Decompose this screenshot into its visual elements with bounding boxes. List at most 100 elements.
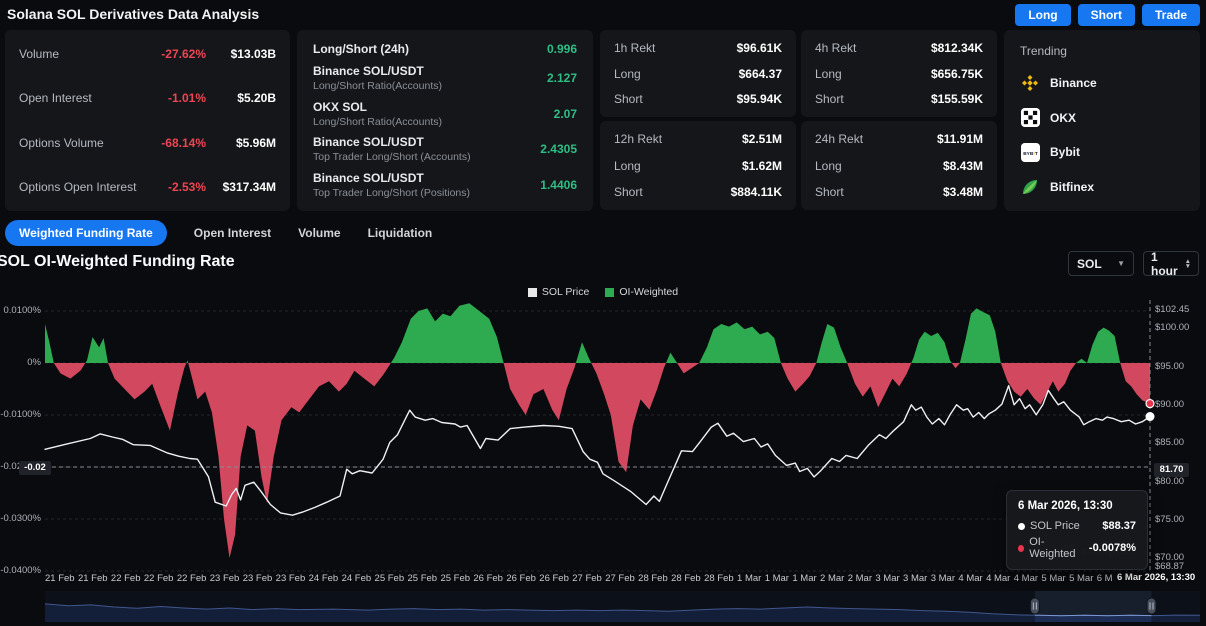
header-button-short[interactable]: Short xyxy=(1078,4,1135,26)
rekt-long-label: Long xyxy=(614,67,641,81)
rekt-long-row: Long $664.37 xyxy=(614,67,782,81)
ratio-value: 1.4406 xyxy=(540,178,577,192)
rekt-card: 1h Rekt$96.61KLong$664.37Short$95.94K xyxy=(600,30,796,117)
ratio-row: Long/Short (24h)0.996 xyxy=(313,42,577,56)
x-axis-tick: 26 Feb xyxy=(506,573,536,584)
x-axis-tick: 25 Feb xyxy=(375,573,405,584)
x-axis-tick: 23 Feb xyxy=(210,573,240,584)
stat-label: Open Interest xyxy=(19,91,92,105)
x-axis-tick: 3 Mar xyxy=(931,573,955,584)
rekt-short-row: Short$95.94K xyxy=(614,92,782,106)
x-axis-tick: 1 Mar xyxy=(737,573,761,584)
stat-change: -2.53% xyxy=(144,180,206,194)
trending-item-binance[interactable]: Binance xyxy=(1020,73,1184,93)
x-axis-tick: 28 Feb xyxy=(671,573,701,584)
rekt-total: $96.61K xyxy=(737,41,782,55)
tab-liquidation[interactable]: Liquidation xyxy=(368,220,433,246)
y-axis-left-tick: 0% xyxy=(0,357,41,368)
x-axis-tick: 23 Feb xyxy=(243,573,273,584)
y-axis-right-tick: $100.00 xyxy=(1155,322,1189,333)
rekt-long-value: $664.37 xyxy=(739,67,782,81)
spinner-icons: ▲▼ xyxy=(1185,259,1191,269)
rekt-title: 24h Rekt xyxy=(815,132,863,146)
stat-value: $13.03B xyxy=(206,47,276,61)
x-axis-tick: 4 Mar xyxy=(1014,573,1038,584)
rekt-title: 4h Rekt xyxy=(815,41,856,55)
x-axis-tick: 6 M xyxy=(1097,573,1113,584)
navigator-handle-right[interactable] xyxy=(1147,598,1156,614)
stats-row: Options Open Interest-2.53%$317.34M xyxy=(19,180,276,194)
x-axis-tick: 27 Feb xyxy=(572,573,602,584)
stats-row: Volume-27.62%$13.03B xyxy=(19,47,276,61)
trending-item-okx[interactable]: OKX xyxy=(1020,108,1184,128)
rekt-total: $812.34K xyxy=(931,41,983,55)
header-buttons: Long Short Trade xyxy=(1015,4,1200,26)
rekt-short-row: Short $3.48M xyxy=(815,185,983,199)
stat-value: $5.96M xyxy=(206,136,276,150)
ratio-title: Binance SOL/USDT xyxy=(313,135,471,149)
x-axis-tick: 25 Feb xyxy=(407,573,437,584)
rekt-long-row: Long$656.75K xyxy=(815,67,983,81)
x-axis-tick: 4 Mar xyxy=(958,573,982,584)
ratio-title: Binance SOL/USDT xyxy=(313,64,442,78)
solana-derivatives-dashboard: Solana SOL Derivatives Data Analysis Lon… xyxy=(0,0,1206,626)
x-axis-tick: 25 Feb xyxy=(440,573,470,584)
ratio-labels: Binance SOL/USDTTop Trader Long/Short (P… xyxy=(313,171,470,199)
x-axis-tick: 26 Feb xyxy=(473,573,503,584)
y-axis-left-tick: -0.0400% xyxy=(0,565,41,576)
svg-text:BYB!T: BYB!T xyxy=(1023,151,1038,157)
rekt-short-label: Short xyxy=(815,185,844,199)
rekt-card: 12h Rekt$2.51MLong$1.62MShort$884.11K xyxy=(600,121,796,210)
funding-area-positive xyxy=(45,303,1150,558)
stat-value: $5.20B xyxy=(206,91,276,105)
rekt-short-label: Short xyxy=(815,92,844,106)
stats-row: Open Interest-1.01%$5.20B xyxy=(19,91,276,105)
range-navigator[interactable] xyxy=(45,591,1200,622)
tooltip-series-dot xyxy=(1018,523,1025,530)
x-axis-tick: 2 Mar xyxy=(820,573,844,584)
rekt-long-value: $8.43M xyxy=(943,159,983,173)
rekt-short-label: Short xyxy=(614,92,643,106)
rekt-long-label: Long xyxy=(815,159,842,173)
x-axis-tick: 3 Mar xyxy=(875,573,899,584)
ratio-panel: Long/Short (24h)0.996Binance SOL/USDTLon… xyxy=(297,30,593,211)
rekt-short-label: Short xyxy=(614,185,643,199)
x-axis-tick: 5 Mar xyxy=(1041,573,1065,584)
rekt-grid: 1h Rekt$96.61KLong$664.37Short$95.94K4h … xyxy=(600,30,997,210)
tab-volume[interactable]: Volume xyxy=(298,220,340,246)
tooltip-row: OI-Weighted-0.0078% xyxy=(1018,536,1136,560)
ratio-value: 2.07 xyxy=(554,107,577,121)
rekt-long-value: $656.75K xyxy=(931,67,983,81)
y-axis-left-tick: -0.0300% xyxy=(0,513,41,524)
trending-item-bitfinex[interactable]: Bitfinex xyxy=(1020,177,1184,197)
stat-change: -68.14% xyxy=(144,136,206,150)
rekt-short-value: $884.11K xyxy=(731,185,782,199)
rekt-long-value: $1.62M xyxy=(742,159,782,173)
tab-weighted-funding-rate[interactable]: Weighted Funding Rate xyxy=(5,220,167,246)
x-axis-tick: 23 Feb xyxy=(276,573,306,584)
x-axis-tick: 21 Feb xyxy=(78,573,108,584)
interval-select[interactable]: 1 hour ▲▼ xyxy=(1143,251,1199,276)
tab-open-interest[interactable]: Open Interest xyxy=(194,220,271,246)
header-button-trade[interactable]: Trade xyxy=(1142,4,1200,26)
ratio-subtitle: Long/Short Ratio(Accounts) xyxy=(313,116,442,128)
rekt-total: $11.91M xyxy=(937,132,983,146)
stat-label: Volume xyxy=(19,47,59,61)
y-axis-right-tick: $85.00 xyxy=(1155,437,1184,448)
header-button-long[interactable]: Long xyxy=(1015,4,1070,26)
rekt-short-value: $3.48M xyxy=(943,185,983,199)
symbol-select[interactable]: SOL ▼ xyxy=(1068,251,1134,276)
ratio-row: Binance SOL/USDTLong/Short Ratio(Account… xyxy=(313,64,577,92)
y-axis-left-tick: 0.0100% xyxy=(0,305,41,316)
sol-price-last-dot xyxy=(1146,412,1155,421)
x-axis-tick: 22 Feb xyxy=(177,573,207,584)
x-axis-tick: 3 Mar xyxy=(903,573,927,584)
x-axis-tick: 2 Mar xyxy=(848,573,872,584)
rekt-short-row: Short$155.59K xyxy=(815,92,983,106)
chart-tabs: Weighted Funding Rate Open Interest Volume… xyxy=(5,220,432,246)
x-axis-tick: 28 Feb xyxy=(704,573,734,584)
trending-name: Bitfinex xyxy=(1050,180,1094,194)
crosshair-funding-badge: -0.02 xyxy=(19,461,51,475)
navigator-handle-left[interactable] xyxy=(1030,598,1039,614)
trending-item-bybit[interactable]: BYB!TBybit xyxy=(1020,142,1184,162)
